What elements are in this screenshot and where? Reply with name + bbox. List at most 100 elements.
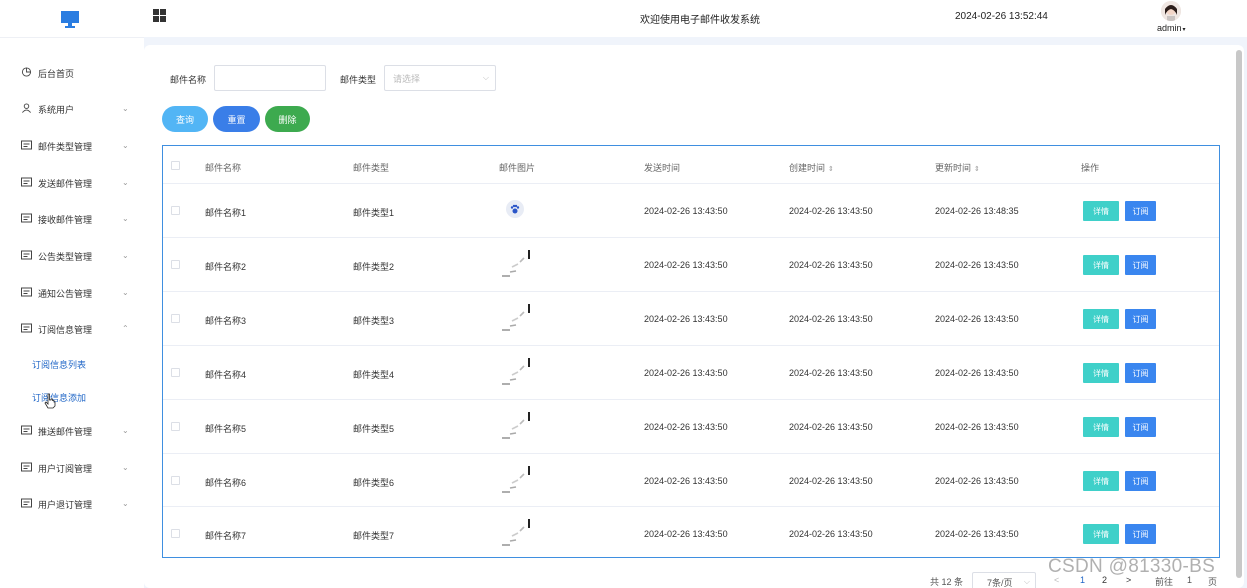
top-header: 欢迎使用电子邮件收发系统 2024-02-26 13:52:44 admin▾ xyxy=(0,0,1247,37)
create-time: 2024-02-26 13:43:50 xyxy=(789,368,873,378)
menu-toggle-icon[interactable] xyxy=(153,9,166,22)
paw-icon xyxy=(506,200,524,218)
sidebar-item[interactable]: 后台首页 xyxy=(0,58,144,88)
header-send-time: 发送时间 xyxy=(644,163,681,173)
reset-button[interactable]: 重置 xyxy=(213,106,260,132)
list-icon xyxy=(21,140,38,152)
sidebar-item-label: 公告类型管理 xyxy=(38,251,93,262)
create-time: 2024-02-26 13:43:50 xyxy=(789,476,873,486)
sort-icon[interactable]: ⇕ xyxy=(974,166,980,173)
hand-cursor-icon xyxy=(44,393,56,409)
header-create-time-label: 创建时间 xyxy=(789,163,826,173)
row-checkbox[interactable] xyxy=(171,260,180,269)
row-checkbox[interactable] xyxy=(171,206,180,215)
update-time: 2024-02-26 13:43:50 xyxy=(935,422,1019,432)
create-time: 2024-02-26 13:43:50 xyxy=(789,206,873,216)
delete-button[interactable]: 删除 xyxy=(265,106,310,132)
chevron-down-icon: ⌄ xyxy=(122,104,129,113)
chevron-down-icon: ⌄ xyxy=(122,214,129,223)
detail-button[interactable]: 详情 xyxy=(1083,417,1119,437)
subscribe-button[interactable]: 订阅 xyxy=(1125,471,1156,491)
row-checkbox[interactable] xyxy=(171,529,180,538)
mail-type: 邮件类型2 xyxy=(353,262,395,272)
user-menu[interactable]: admin▾ xyxy=(1157,23,1186,33)
create-time: 2024-02-26 13:43:50 xyxy=(789,314,873,324)
send-time: 2024-02-26 13:43:50 xyxy=(644,260,728,270)
detail-button[interactable]: 详情 xyxy=(1083,363,1119,383)
submenu-item-label: 订阅信息列表 xyxy=(32,359,87,370)
chevron-down-icon: ⌄ xyxy=(122,141,129,150)
list-icon xyxy=(21,462,38,474)
type-select[interactable]: 请选择 ⌵ xyxy=(384,65,496,91)
detail-button[interactable]: 详情 xyxy=(1083,471,1119,491)
sidebar-item[interactable]: 用户订阅管理 ⌄ xyxy=(0,453,144,483)
update-time: 2024-02-26 13:43:50 xyxy=(935,476,1019,486)
sort-icon[interactable]: ⇕ xyxy=(828,166,834,173)
subscribe-button[interactable]: 订阅 xyxy=(1125,309,1156,329)
select-all-checkbox[interactable] xyxy=(171,161,180,170)
username: admin xyxy=(1157,23,1182,33)
header-type: 邮件类型 xyxy=(353,163,390,173)
send-time: 2024-02-26 13:43:50 xyxy=(644,529,728,539)
row-checkbox[interactable] xyxy=(171,368,180,377)
subscribe-button[interactable]: 订阅 xyxy=(1125,255,1156,275)
logo[interactable] xyxy=(0,0,140,37)
list-icon xyxy=(21,250,38,262)
submenu-item-list[interactable]: 订阅信息列表 xyxy=(8,349,144,379)
detail-button[interactable]: 详情 xyxy=(1083,201,1119,221)
mail-name: 邮件名称4 xyxy=(205,370,247,380)
table-row: 邮件名称4 邮件类型4 2024-02-26 13:43:50 2024-02-26 … xyxy=(163,345,1219,399)
sidebar-item[interactable]: 系统用户 ⌄ xyxy=(0,94,144,124)
update-time: 2024-02-26 13:43:50 xyxy=(935,529,1019,539)
sidebar-item-label: 用户退订管理 xyxy=(38,499,93,510)
sidebar-item-label: 邮件类型管理 xyxy=(38,141,93,152)
header-update-time[interactable]: 更新时间 ⇕ xyxy=(935,161,980,174)
sidebar-item[interactable]: 订阅信息管理 ⌃ xyxy=(0,314,144,344)
sidebar-item[interactable]: 邮件类型管理 ⌄ xyxy=(0,131,144,161)
user-icon xyxy=(21,103,38,115)
header-name: 邮件名称 xyxy=(205,163,242,173)
sidebar-item[interactable]: 发送邮件管理 ⌄ xyxy=(0,168,144,198)
type-label: 邮件类型 xyxy=(340,75,377,85)
name-input[interactable] xyxy=(214,65,326,91)
watermark: CSDN @81330-BS xyxy=(1048,556,1216,577)
sidebar-item-label: 后台首页 xyxy=(38,68,75,79)
mail-name: 邮件名称2 xyxy=(205,262,247,272)
avatar[interactable] xyxy=(1161,1,1181,21)
sidebar-item[interactable]: 用户退订管理 ⌄ xyxy=(0,489,144,519)
monitor-icon xyxy=(61,10,79,28)
sidebar-item[interactable]: 公告类型管理 ⌄ xyxy=(0,241,144,271)
row-checkbox[interactable] xyxy=(171,314,180,323)
page-size-select[interactable]: 7条/页 ⌵ xyxy=(972,572,1036,588)
submenu-item-add[interactable]: 订阅信息添加 xyxy=(8,382,144,412)
list-icon xyxy=(21,323,38,335)
row-checkbox[interactable] xyxy=(171,476,180,485)
list-icon xyxy=(21,498,38,510)
subscribe-button[interactable]: 订阅 xyxy=(1125,417,1156,437)
chevron-down-icon: ⌵ xyxy=(482,73,489,82)
site-title: 欢迎使用电子邮件收发系统 xyxy=(640,15,760,26)
query-button[interactable]: 查询 xyxy=(162,106,208,132)
row-checkbox[interactable] xyxy=(171,422,180,431)
scrollbar[interactable] xyxy=(1236,50,1242,578)
header-create-time[interactable]: 创建时间 ⇕ xyxy=(789,161,834,174)
detail-button[interactable]: 详情 xyxy=(1083,255,1119,275)
sidebar-item-label: 订阅信息管理 xyxy=(38,324,93,335)
sidebar-item[interactable]: 接收邮件管理 ⌄ xyxy=(0,204,144,234)
chevron-down-icon: ⌄ xyxy=(122,499,129,508)
table-row: 邮件名称7 邮件类型7 2024-02-26 13:43:50 2024-02-26 … xyxy=(163,506,1219,560)
table-row: 邮件名称1 邮件类型1 2024-02-26 13:43:50 2024-02-26 … xyxy=(163,183,1219,237)
detail-button[interactable]: 详情 xyxy=(1083,309,1119,329)
subscribe-button[interactable]: 订阅 xyxy=(1125,201,1156,221)
chevron-down-icon: ⌄ xyxy=(122,426,129,435)
subscribe-button[interactable]: 订阅 xyxy=(1125,524,1156,544)
sidebar-item-label: 用户订阅管理 xyxy=(38,463,93,474)
sidebar-item[interactable]: 通知公告管理 ⌄ xyxy=(0,278,144,308)
detail-button[interactable]: 详情 xyxy=(1083,524,1119,544)
chevron-down-icon: ⌵ xyxy=(1023,577,1030,586)
sidebar-item[interactable]: 推送邮件管理 ⌄ xyxy=(0,416,144,446)
send-time: 2024-02-26 13:43:50 xyxy=(644,314,728,324)
subscribe-button[interactable]: 订阅 xyxy=(1125,363,1156,383)
mail-name: 邮件名称7 xyxy=(205,531,247,541)
update-time: 2024-02-26 13:43:50 xyxy=(935,368,1019,378)
